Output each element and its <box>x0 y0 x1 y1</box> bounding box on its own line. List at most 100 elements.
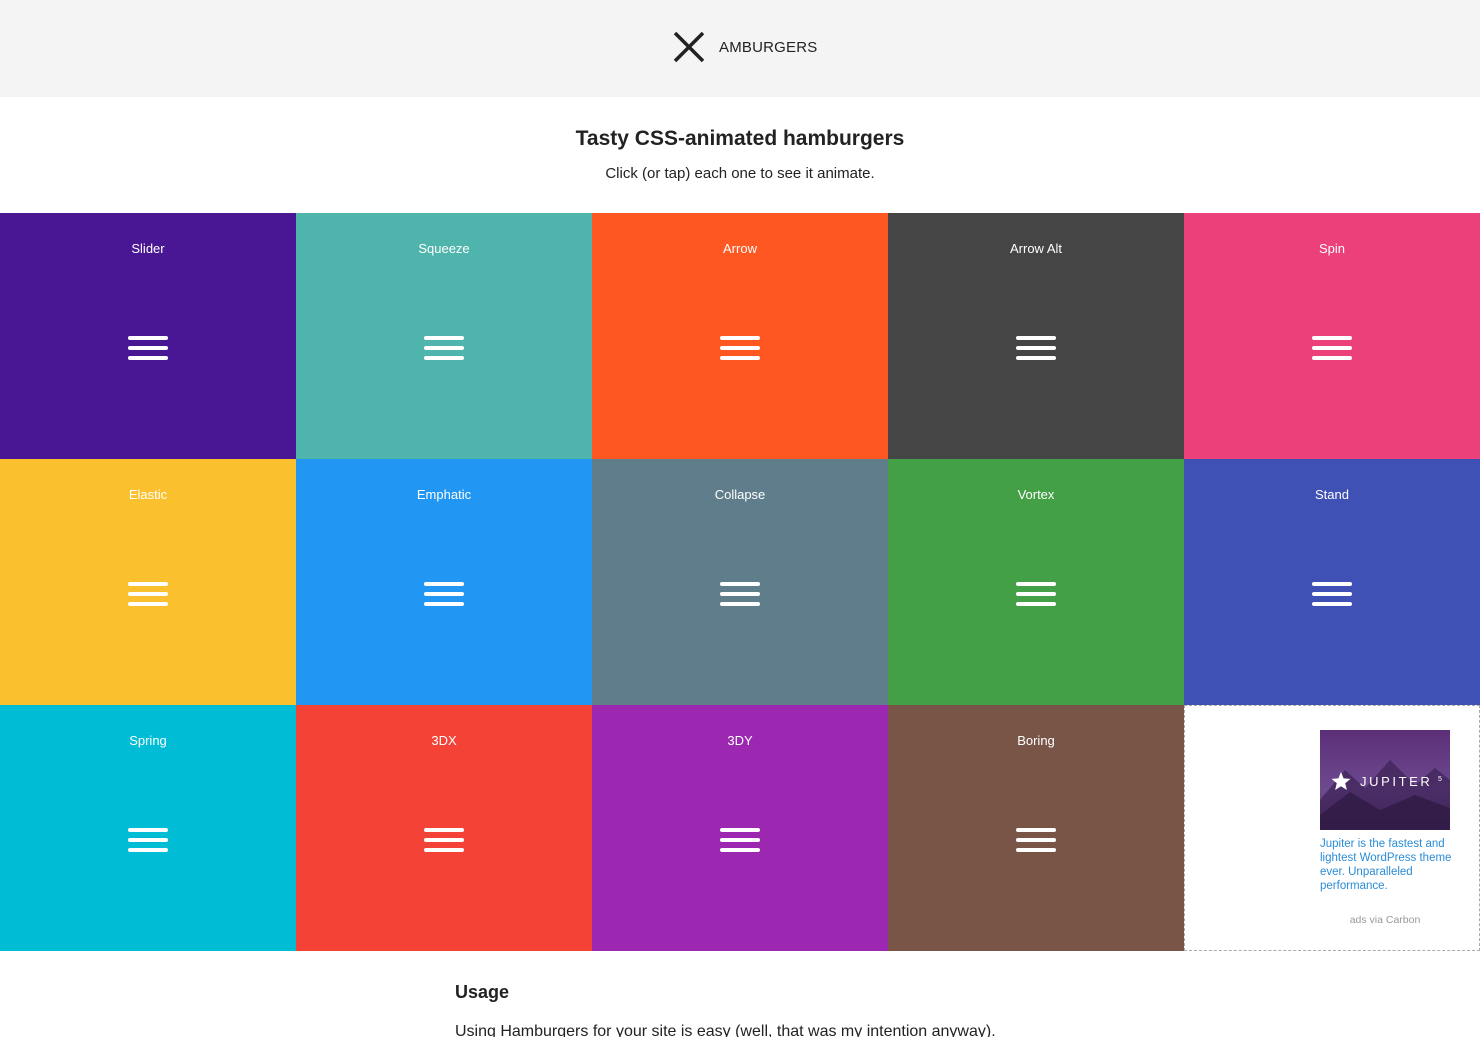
tile-label: Squeeze <box>418 241 470 256</box>
ad-image-brand: JUPITER <box>1360 774 1432 789</box>
hamburger-tile[interactable]: 3DY <box>592 705 888 951</box>
hamburger-menu-icon[interactable] <box>424 582 464 606</box>
hamburger-menu-icon[interactable] <box>1312 336 1352 360</box>
hamburger-line <box>1016 582 1056 586</box>
hamburger-line <box>1312 582 1352 586</box>
logo-text: AMBURGERS <box>719 38 818 56</box>
hamburger-line <box>720 582 760 586</box>
hamburger-line <box>128 356 168 360</box>
usage-heading: Usage <box>455 982 510 1002</box>
hamburger-line <box>720 828 760 832</box>
hamburger-line <box>1312 602 1352 606</box>
hamburger-line <box>424 848 464 852</box>
hamburger-menu-icon[interactable] <box>720 582 760 606</box>
page-subtitle: Click (or tap) each one to see it animat… <box>605 165 875 182</box>
hamburger-line <box>128 582 168 586</box>
hamburger-line <box>424 336 464 340</box>
hamburger-tile[interactable]: Spin <box>1184 213 1480 459</box>
hamburger-line <box>1016 848 1056 852</box>
hamburger-line <box>720 336 760 340</box>
site-header: AMBURGERS <box>0 0 1480 97</box>
hamburger-line <box>720 602 760 606</box>
page-title: Tasty CSS-animated hamburgers <box>575 127 905 150</box>
hamburger-line <box>1312 592 1352 596</box>
hamburger-tile[interactable]: Stand <box>1184 459 1480 705</box>
hamburger-tile[interactable]: Arrow Alt <box>888 213 1184 459</box>
hamburger-menu-icon[interactable] <box>1016 582 1056 606</box>
tile-label: Stand <box>1315 487 1349 502</box>
x-close-icon <box>673 31 705 63</box>
hamburger-menu-icon[interactable] <box>424 828 464 852</box>
hamburger-line <box>1016 828 1056 832</box>
hamburger-tile[interactable]: Emphatic <box>296 459 592 705</box>
hamburger-line <box>1016 602 1056 606</box>
hamburger-line <box>128 346 168 350</box>
intro: Tasty CSS-animated hamburgers Click (or … <box>0 97 1480 213</box>
hamburger-line <box>128 592 168 596</box>
tile-label: 3DY <box>727 733 753 748</box>
hamburger-line <box>1312 356 1352 360</box>
hamburger-tile[interactable]: Arrow <box>592 213 888 459</box>
hamburger-tile[interactable]: Spring <box>0 705 296 951</box>
tile-label: Spring <box>129 733 167 748</box>
hamburger-tile[interactable]: Slider <box>0 213 296 459</box>
hamburger-line <box>128 848 168 852</box>
tile-label: Boring <box>1017 733 1055 748</box>
hamburger-tile[interactable]: Vortex <box>888 459 1184 705</box>
hamburger-line <box>128 602 168 606</box>
ad-link[interactable]: Jupiter is the fastest and lightest Word… <box>1320 837 1452 893</box>
ad-image-superscript: 5 <box>1438 776 1442 783</box>
hamburger-line <box>1016 356 1056 360</box>
hamburger-menu-icon[interactable] <box>128 828 168 852</box>
hamburger-line <box>424 828 464 832</box>
hamburger-line <box>720 356 760 360</box>
ad-via-carbon[interactable]: ads via Carbon <box>1320 914 1450 926</box>
hamburger-line <box>1312 336 1352 340</box>
hamburger-line <box>424 356 464 360</box>
hamburger-line <box>1016 336 1056 340</box>
tile-label: Spin <box>1318 241 1346 256</box>
hamburger-line <box>424 582 464 586</box>
usage-text: Using Hamburgers for your site is easy (… <box>455 1023 996 1037</box>
carbon-ad: JUPITER 5 Jupiter is the fastest and lig… <box>1184 705 1480 951</box>
hamburger-line <box>1312 346 1352 350</box>
hamburger-line <box>128 828 168 832</box>
tile-label: Arrow Alt <box>1009 241 1062 256</box>
hamburger-line <box>128 838 168 842</box>
hamburger-line <box>1016 592 1056 596</box>
hamburger-menu-icon[interactable] <box>424 336 464 360</box>
hamburger-menu-icon[interactable] <box>1312 582 1352 606</box>
tile-label: Arrow <box>723 241 757 256</box>
hamburger-line <box>720 838 760 842</box>
hamburger-line <box>720 848 760 852</box>
tile-label: Vortex <box>1017 487 1055 502</box>
tile-label: Collapse <box>714 487 766 502</box>
hamburger-line <box>424 602 464 606</box>
hamburger-menu-icon[interactable] <box>720 336 760 360</box>
hamburger-tile[interactable]: Squeeze <box>296 213 592 459</box>
tile-label: Emphatic <box>416 487 472 502</box>
hamburger-line <box>1016 346 1056 350</box>
tile-label: Slider <box>131 241 165 256</box>
hamburger-tile[interactable]: Elastic <box>0 459 296 705</box>
site-logo[interactable]: AMBURGERS <box>671 28 817 66</box>
hamburger-menu-icon[interactable] <box>128 582 168 606</box>
hamburger-line <box>720 592 760 596</box>
hamburger-line <box>720 346 760 350</box>
tile-label: Elastic <box>128 487 168 502</box>
hamburger-line <box>424 346 464 350</box>
hamburger-menu-icon[interactable] <box>1016 828 1056 852</box>
hamburger-tile[interactable]: 3DX <box>296 705 592 951</box>
hamburger-line <box>424 592 464 596</box>
hamburger-menu-icon[interactable] <box>1016 336 1056 360</box>
hamburger-line <box>1016 838 1056 842</box>
hamburger-tile[interactable]: Boring <box>888 705 1184 951</box>
tile-label: 3DX <box>431 733 457 748</box>
hamburger-line <box>128 336 168 340</box>
hamburger-tile[interactable]: Collapse <box>592 459 888 705</box>
ad-image[interactable]: JUPITER 5 <box>1320 730 1450 830</box>
hamburger-line <box>424 838 464 842</box>
hamburger-menu-icon[interactable] <box>720 828 760 852</box>
hamburger-grid: JUPITER 5 Jupiter is the fastest and lig… <box>0 213 1480 951</box>
hamburger-menu-icon[interactable] <box>128 336 168 360</box>
